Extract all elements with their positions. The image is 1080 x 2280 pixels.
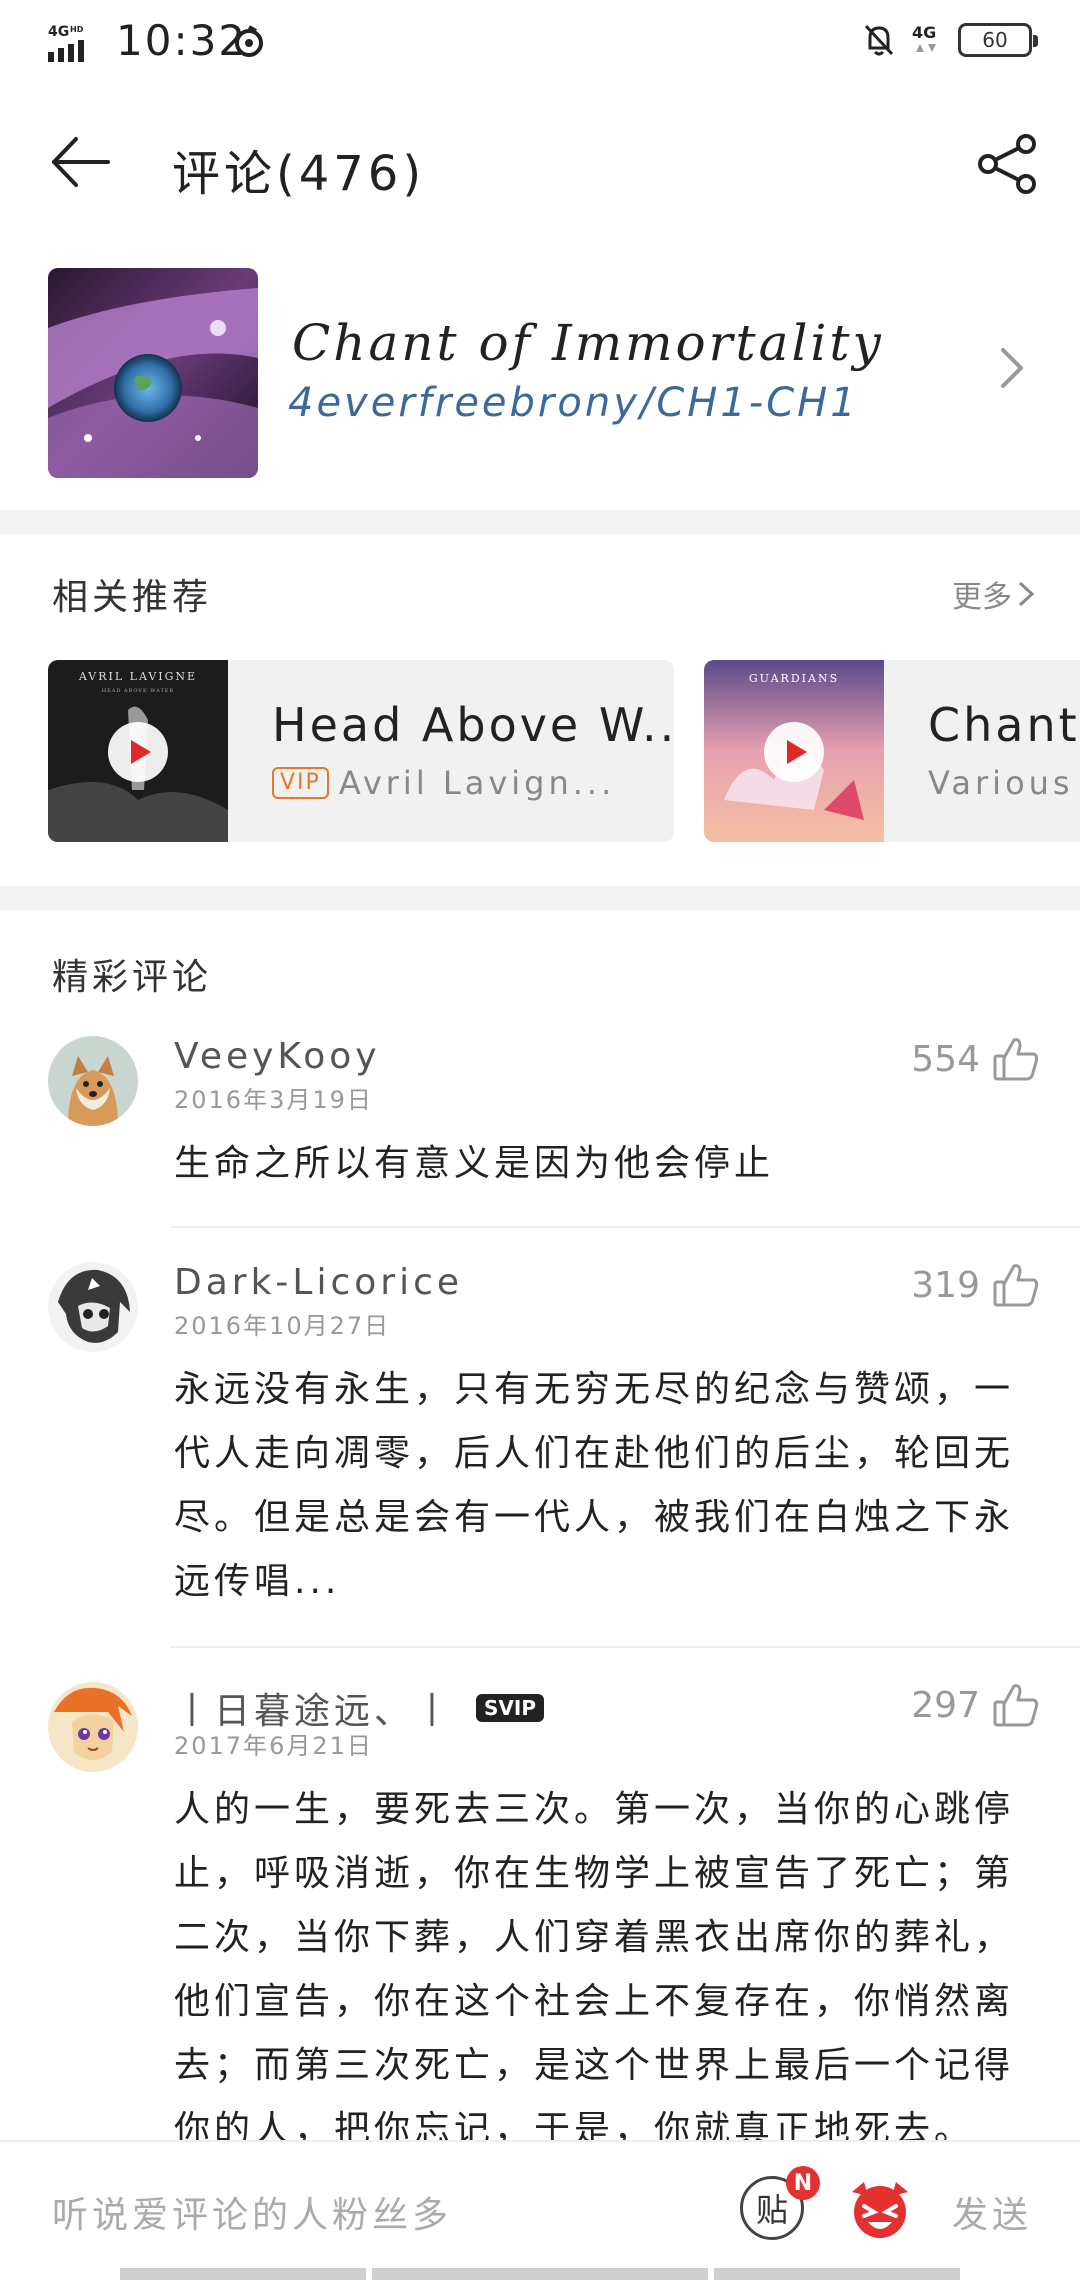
comment-item[interactable]: VeeyKooy 2016年3月19日 554 生命之所以有意义是因为他会停止	[0, 1036, 1080, 1196]
post-button-label: 贴	[755, 2191, 788, 2229]
thumbs-up-icon	[993, 1264, 1039, 1307]
related-more-link[interactable]: 更多	[952, 572, 1036, 616]
like-button[interactable]: 297	[911, 1682, 1040, 1728]
related-card-sub: VIP Avril Lavign...	[272, 764, 615, 802]
related-card-artist: Various	[928, 764, 1074, 802]
comment-text: 生命之所以有意义是因为他会停止	[174, 1143, 775, 1184]
comment-username[interactable]: Dark-Licorice	[174, 1262, 463, 1303]
nav-handle	[120, 2268, 366, 2280]
comment-text: 人的一生，要死去三次。第一次，当你的心跳停止，呼吸消逝，你在生物学上被宣告了死亡…	[174, 1789, 1015, 2142]
cover-text: GUARDIANS	[749, 672, 839, 685]
comment-divider	[170, 1226, 1080, 1228]
arrow-left-icon	[52, 137, 110, 187]
network-4g-icon: 4G	[912, 23, 936, 52]
section-divider	[0, 510, 1080, 534]
related-more-label: 更多	[952, 580, 1012, 615]
svg-text:4G: 4G	[48, 24, 69, 40]
like-count: 554	[911, 1038, 980, 1080]
username-text: Dark-Licorice	[174, 1262, 464, 1303]
data-saver-icon	[235, 25, 263, 57]
avatar[interactable]	[48, 1036, 138, 1126]
related-card-sub: Various	[928, 764, 1074, 802]
play-icon[interactable]	[108, 722, 168, 782]
related-cover-image: AVRIL LAVIGNE HEAD ABOVE WATER	[48, 660, 228, 842]
status-time: 10:32	[116, 16, 248, 65]
related-card-title: Chant	[928, 698, 1080, 752]
page-title: 评论(476)	[172, 146, 426, 202]
signal-icon: 4G HD	[48, 24, 84, 62]
nav-handle	[714, 2268, 960, 2280]
emoji-button[interactable]	[844, 2172, 916, 2244]
send-button[interactable]: 发送	[952, 2186, 1032, 2238]
cover-subtext: HEAD ABOVE WATER	[102, 688, 174, 694]
comment-date: 2016年3月19日	[174, 1086, 373, 1114]
related-card-title: Head Above W...	[272, 698, 674, 752]
avatar[interactable]	[48, 1682, 138, 1772]
related-section-title: 相关推荐	[52, 577, 213, 618]
svg-text:HD: HD	[70, 25, 84, 34]
like-count: 297	[911, 1684, 980, 1726]
back-button[interactable]	[44, 130, 116, 194]
like-count: 319	[911, 1264, 980, 1306]
song-cover-image	[48, 268, 258, 478]
share-icon	[978, 134, 1036, 194]
share-button[interactable]	[972, 128, 1044, 200]
comment-item[interactable]: Dark-Licorice 2016年10月27日 319 永远没有永生，只有无…	[0, 1262, 1080, 1602]
battery-icon: 60	[958, 23, 1038, 57]
app-header: 评论(476)	[0, 100, 1080, 224]
mute-bell-icon	[864, 24, 894, 56]
like-button[interactable]: 319	[911, 1262, 1040, 1308]
thumbs-up-icon	[993, 1038, 1039, 1081]
status-bar: 4G HD 10:32 4G 60	[0, 0, 1080, 84]
related-cover-image: GUARDIANS	[704, 660, 884, 842]
notification-badge: N	[786, 2166, 820, 2200]
comment-item[interactable]: 丨日暮途远、丨 SVIP 2017年6月21日 297 人的一生，要死去三次。第…	[0, 1682, 1080, 2142]
vip-badge: VIP	[272, 767, 329, 799]
svg-text:4G: 4G	[912, 23, 936, 42]
comment-date: 2016年10月27日	[174, 1312, 391, 1340]
status-right: 4G 60	[862, 22, 1038, 58]
chevron-right-icon	[1018, 581, 1035, 607]
song-artist: 4everfreebrony/CH1-CH1	[288, 380, 859, 426]
emoji-icon	[852, 2182, 908, 2238]
section-divider	[0, 886, 1080, 910]
play-icon[interactable]	[764, 722, 824, 782]
related-card[interactable]: AVRIL LAVIGNE HEAD ABOVE WATER Head Abov…	[48, 660, 674, 842]
avatar[interactable]	[48, 1262, 138, 1352]
song-title: Chant of Immortality	[292, 314, 884, 372]
related-card[interactable]: GUARDIANS Chant Various	[704, 660, 1080, 842]
nav-handle	[372, 2268, 708, 2280]
comment-divider	[170, 1646, 1080, 1648]
comment-input[interactable]: 听说爱评论的人粉丝多	[52, 2186, 452, 2238]
comment-text: 永远没有永生，只有无穷无尽的纪念与赞颂，一代人走向凋零，后人们在赴他们的后尘，轮…	[174, 1369, 1015, 1602]
cover-text: AVRIL LAVIGNE	[78, 670, 197, 683]
thumbs-up-icon	[993, 1684, 1039, 1727]
chevron-right-icon	[988, 338, 1036, 398]
username-text: VeeyKooy	[174, 1036, 381, 1077]
hot-comments-title: 精彩评论	[52, 957, 213, 998]
svip-badge: SVIP	[476, 1694, 544, 1722]
comment-input-bar: 听说爱评论的人粉丝多 贴 N 发送	[0, 2140, 1080, 2280]
battery-level: 60	[982, 28, 1008, 52]
comment-username[interactable]: VeeyKooy	[174, 1036, 381, 1077]
related-card-artist: Avril Lavign...	[338, 764, 616, 802]
comment-date: 2017年6月21日	[174, 1732, 373, 1760]
song-card[interactable]: Chant of Immortality 4everfreebrony/CH1-…	[0, 268, 1080, 482]
like-button[interactable]: 554	[911, 1036, 1040, 1082]
